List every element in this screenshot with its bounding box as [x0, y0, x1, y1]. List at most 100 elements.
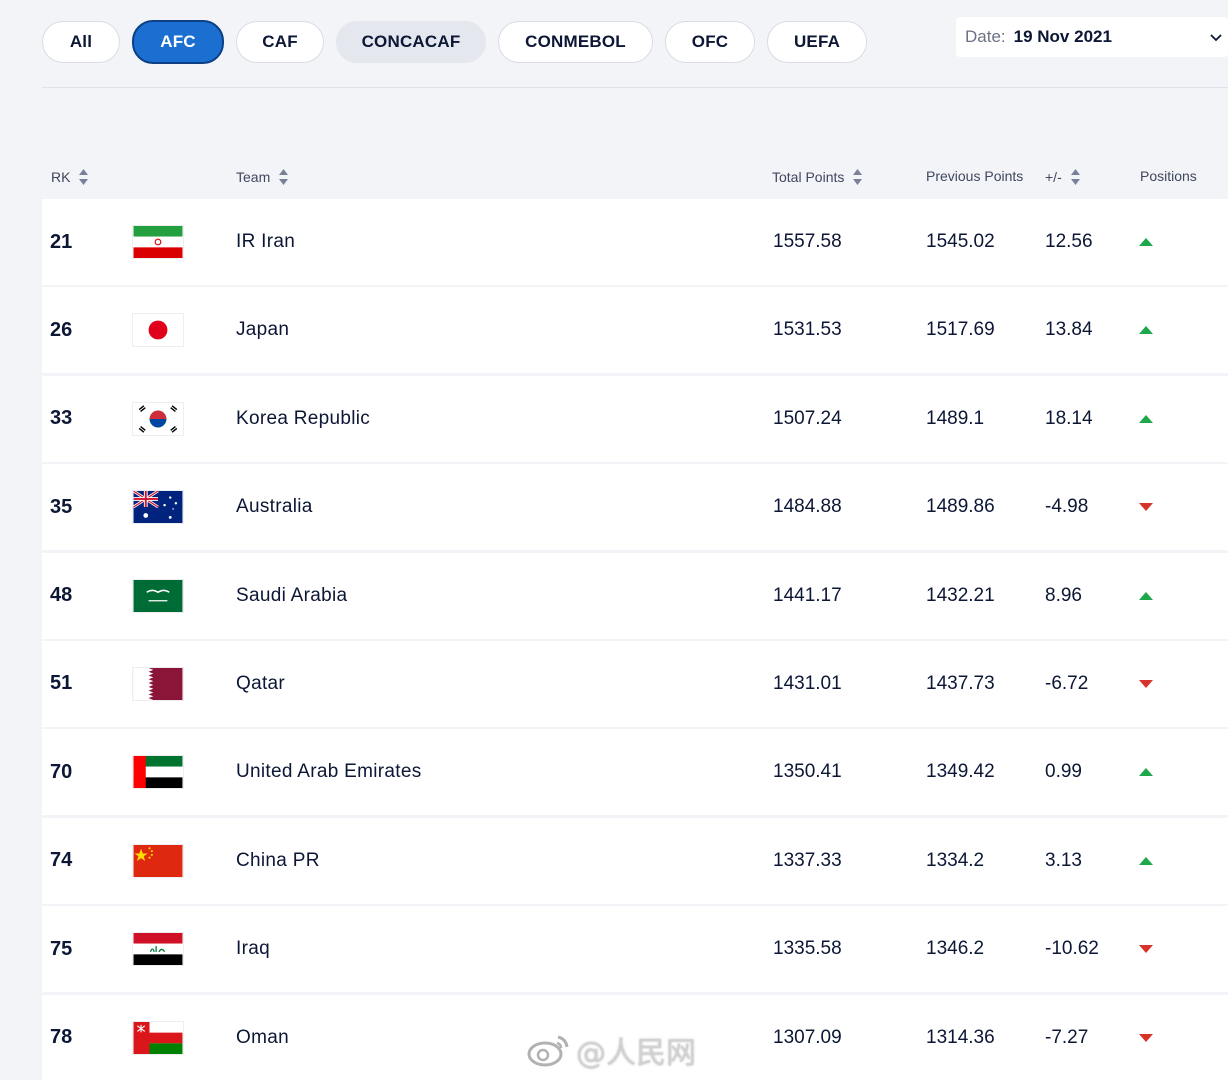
- flag-cell: [132, 995, 184, 1080]
- arrow-up-icon: [1139, 326, 1153, 335]
- rank-cell: 78: [50, 1026, 73, 1049]
- arrow-up-icon: [1139, 856, 1153, 865]
- team-name[interactable]: Oman: [236, 995, 289, 1080]
- diff-cell: 18.14: [1045, 407, 1093, 429]
- arrow-up-icon: [1139, 768, 1153, 777]
- diff-cell: 8.96: [1045, 584, 1082, 606]
- arrow-up-icon: [1139, 414, 1153, 423]
- team-name[interactable]: Australia: [236, 464, 313, 550]
- rank-header-label: RK: [51, 169, 71, 185]
- date-select[interactable]: Date: 19 Nov 2021: [956, 17, 1228, 57]
- diff-cell: -10.62: [1045, 938, 1099, 960]
- table-row[interactable]: 48 Saudi Arabia 1441.17 1432.21 8.96: [42, 552, 1228, 639]
- previous-points-cell: 1432.21: [926, 584, 995, 606]
- iraq-flag-icon: [132, 932, 184, 967]
- arrow-up-icon: [1139, 238, 1153, 246]
- saudi-flag-icon: [132, 578, 184, 613]
- rank-cell: 26: [50, 318, 73, 341]
- table-row[interactable]: 51 Qatar 1431.01 1437.73 -6.72: [42, 640, 1228, 727]
- total-points-cell: 1431.01: [773, 672, 842, 694]
- rank-header[interactable]: RK: [51, 168, 89, 186]
- position-cell: [1139, 995, 1153, 1080]
- total-points-cell: 1484.88: [773, 496, 842, 518]
- total-points-cell: 1337.33: [773, 849, 842, 871]
- filter-all-button[interactable]: All: [42, 21, 120, 63]
- previous-points-cell: 1314.36: [926, 1026, 995, 1048]
- flag-cell: [132, 906, 184, 992]
- table-row[interactable]: 35 Australia 1484.88 1489.86 -4.98: [42, 464, 1228, 551]
- previous-points-cell: 1346.2: [926, 938, 985, 960]
- position-cell: [1139, 641, 1153, 727]
- rank-cell: 33: [50, 407, 73, 430]
- ranking-table: 21 IR Iran 1557.58 1545.02 12.56 26 Japa…: [42, 199, 1228, 1080]
- filter-ofc-button[interactable]: OFC: [665, 21, 755, 63]
- diff-cell: 0.99: [1045, 761, 1082, 783]
- team-header[interactable]: Team: [236, 168, 289, 186]
- arrow-down-icon: [1139, 945, 1153, 954]
- sort-icon: [79, 169, 89, 185]
- rank-cell: 70: [50, 760, 73, 783]
- table-row[interactable]: 21 IR Iran 1557.58 1545.02 12.56: [42, 199, 1228, 285]
- team-name[interactable]: IR Iran: [236, 199, 295, 285]
- japan-flag-icon: [132, 313, 184, 348]
- watermark: @人民网: [526, 1028, 696, 1072]
- australia-flag-icon: [132, 490, 184, 525]
- team-name[interactable]: Korea Republic: [236, 376, 370, 462]
- total-points-cell: 1441.17: [773, 584, 842, 606]
- total-points-cell: 1350.41: [773, 761, 842, 783]
- team-name[interactable]: Iraq: [236, 906, 270, 992]
- korea-flag-icon: [132, 401, 184, 436]
- arrow-down-icon: [1139, 1033, 1153, 1042]
- filter-afc-button[interactable]: AFC: [132, 20, 224, 64]
- total-points-cell: 1507.24: [773, 407, 842, 429]
- rank-cell: 35: [50, 495, 73, 518]
- date-value: 19 Nov 2021: [1013, 27, 1112, 46]
- position-cell: [1139, 376, 1153, 462]
- table-row[interactable]: 26 Japan 1531.53 1517.69 13.84: [42, 287, 1228, 374]
- table-row[interactable]: 33 Korea Republic 1507.24 1489.1 18.14: [42, 375, 1228, 462]
- team-name[interactable]: United Arab Emirates: [236, 729, 422, 815]
- team-name[interactable]: Saudi Arabia: [236, 553, 347, 639]
- previous-points-cell: 1334.2: [926, 849, 985, 871]
- arrow-down-icon: [1139, 679, 1153, 688]
- filter-concacaf-button[interactable]: CONCACAF: [336, 21, 486, 63]
- flag-cell: [132, 199, 184, 285]
- sort-icon: [1070, 169, 1080, 185]
- diff-header[interactable]: +/-: [1045, 168, 1081, 186]
- total-points-cell: 1335.58: [773, 938, 842, 960]
- filter-uefa-button[interactable]: UEFA: [767, 21, 867, 63]
- rank-cell: 51: [50, 672, 73, 695]
- previous-points-cell: 1545.02: [926, 231, 995, 252]
- table-header: RK Team Total Points Previous Points +/-…: [0, 168, 1228, 190]
- diff-cell: -4.98: [1045, 496, 1089, 518]
- previous-points-header: Previous Points: [926, 168, 1023, 184]
- previous-points-cell: 1489.86: [926, 496, 995, 518]
- iran-flag-icon: [132, 225, 184, 259]
- total-points-header-label: Total Points: [772, 169, 845, 185]
- position-cell: [1139, 553, 1153, 639]
- flag-cell: [132, 818, 184, 904]
- total-points-header[interactable]: Total Points: [772, 168, 863, 186]
- diff-cell: -6.72: [1045, 672, 1089, 694]
- diff-cell: 12.56: [1045, 231, 1093, 252]
- position-cell: [1139, 906, 1153, 992]
- table-row[interactable]: 70 United Arab Emirates 1350.41 1349.42 …: [42, 729, 1228, 816]
- divider: [42, 87, 1228, 88]
- team-name[interactable]: China PR: [236, 818, 320, 904]
- sort-icon: [853, 169, 863, 185]
- team-name[interactable]: Japan: [236, 287, 289, 373]
- positions-header-label: Positions: [1140, 168, 1197, 184]
- uae-flag-icon: [132, 755, 184, 790]
- team-name[interactable]: Qatar: [236, 641, 285, 727]
- sort-icon: [279, 169, 289, 185]
- qatar-flag-icon: [132, 666, 184, 701]
- filter-conmebol-button[interactable]: CONMEBOL: [498, 21, 653, 63]
- flag-cell: [132, 641, 184, 727]
- watermark-text: @人民网: [576, 1036, 696, 1071]
- table-row[interactable]: 74 China PR 1337.33 1334.2 3.13: [42, 817, 1228, 904]
- diff-header-label: +/-: [1045, 169, 1062, 185]
- filter-caf-button[interactable]: CAF: [236, 21, 324, 63]
- positions-header: Positions: [1140, 168, 1197, 184]
- diff-cell: -7.27: [1045, 1026, 1089, 1048]
- table-row[interactable]: 75 Iraq 1335.58 1346.2 -10.62: [42, 906, 1228, 993]
